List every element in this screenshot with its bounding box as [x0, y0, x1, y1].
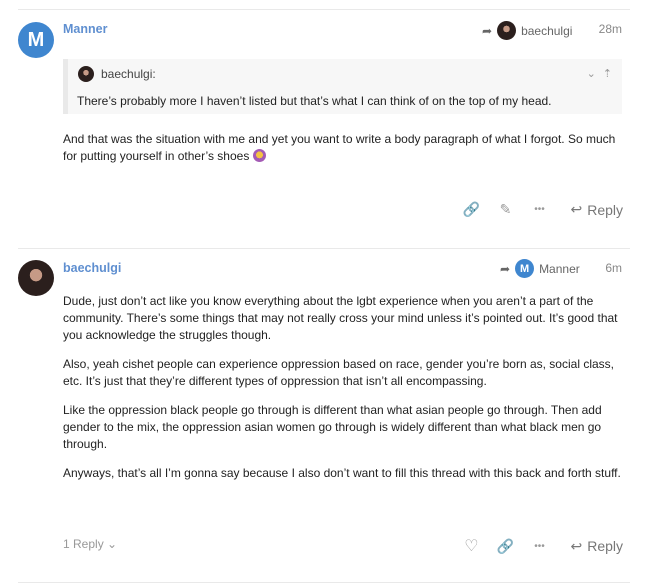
post-paragraph: Anyways, that’s all I’m gonna say becaus… — [63, 466, 621, 480]
reply-to-tab[interactable]: ➦ baechulgi — [482, 21, 572, 40]
avatar[interactable] — [18, 260, 54, 296]
show-replies-button[interactable]: 1 Reply ⌄ — [63, 537, 117, 551]
post-actions: ♡ 🔗 ••• ↩ Reply — [454, 536, 623, 556]
post-body: And that was the situation with me and y… — [63, 131, 623, 177]
username[interactable]: baechulgi — [63, 261, 121, 275]
woman-facepalming-emoji-icon — [252, 149, 266, 162]
chevron-down-icon: ⌄ — [107, 537, 118, 551]
chevron-down-icon[interactable]: ⌄ — [587, 67, 596, 80]
reply-arrow-icon: ➦ — [482, 23, 493, 38]
paragraph-text: And that was the situation with me and y… — [63, 132, 616, 163]
edit-icon[interactable]: ✎ — [488, 201, 522, 218]
reply-label: Reply — [587, 538, 623, 554]
avatar[interactable]: M — [18, 22, 54, 58]
username[interactable]: Manner — [63, 22, 107, 36]
post-date[interactable]: 6m — [605, 261, 622, 275]
quote-author: baechulgi: — [101, 67, 156, 81]
more-icon[interactable]: ••• — [522, 204, 556, 215]
reply-to-username: baechulgi — [521, 23, 573, 38]
avatar-letter: M — [27, 28, 45, 51]
quote-block: baechulgi: ⌄ ⇡ There’s probably more I h… — [63, 59, 622, 114]
mini-avatar: M — [515, 259, 535, 278]
like-icon[interactable]: ♡ — [454, 536, 488, 556]
post-paragraph: And that was the situation with me and y… — [63, 131, 623, 165]
reply-icon: ↩ — [570, 537, 583, 554]
post-paragraph: Like the oppression black people go thro… — [63, 403, 602, 451]
replies-label: 1 Reply — [63, 537, 104, 551]
top-divider — [18, 9, 630, 10]
bottom-divider — [18, 582, 630, 583]
reply-arrow-icon: ➦ — [500, 261, 511, 276]
post-divider — [18, 248, 630, 249]
reply-button[interactable]: ↩ Reply — [570, 201, 623, 218]
mini-avatar-letter: M — [519, 262, 530, 275]
jump-up-icon[interactable]: ⇡ — [603, 67, 612, 80]
reply-button[interactable]: ↩ Reply — [570, 538, 623, 555]
post-body: Dude, just don’t act like you know every… — [63, 293, 623, 494]
post-actions: 🔗 ✎ ••• ↩ Reply — [454, 201, 623, 218]
post-paragraph: Dude, just don’t act like you know every… — [63, 294, 618, 342]
reply-to-username: Manner — [539, 261, 580, 276]
quote-avatar — [78, 66, 94, 82]
more-icon[interactable]: ••• — [522, 541, 556, 552]
reply-to-tab[interactable]: ➦ M Manner — [500, 259, 580, 278]
quote-text: There’s probably more I haven’t listed b… — [77, 94, 552, 108]
share-link-icon[interactable]: 🔗 — [454, 201, 488, 218]
post-date[interactable]: 28m — [599, 22, 622, 36]
mini-avatar — [497, 21, 517, 40]
share-link-icon[interactable]: 🔗 — [488, 538, 522, 555]
quote-controls: ⌄ ⇡ — [587, 67, 612, 80]
post-paragraph: Also, yeah cishet people can experience … — [63, 357, 614, 388]
quote-header: baechulgi: — [78, 66, 156, 82]
reply-label: Reply — [587, 201, 623, 218]
reply-icon: ↩ — [570, 201, 583, 217]
